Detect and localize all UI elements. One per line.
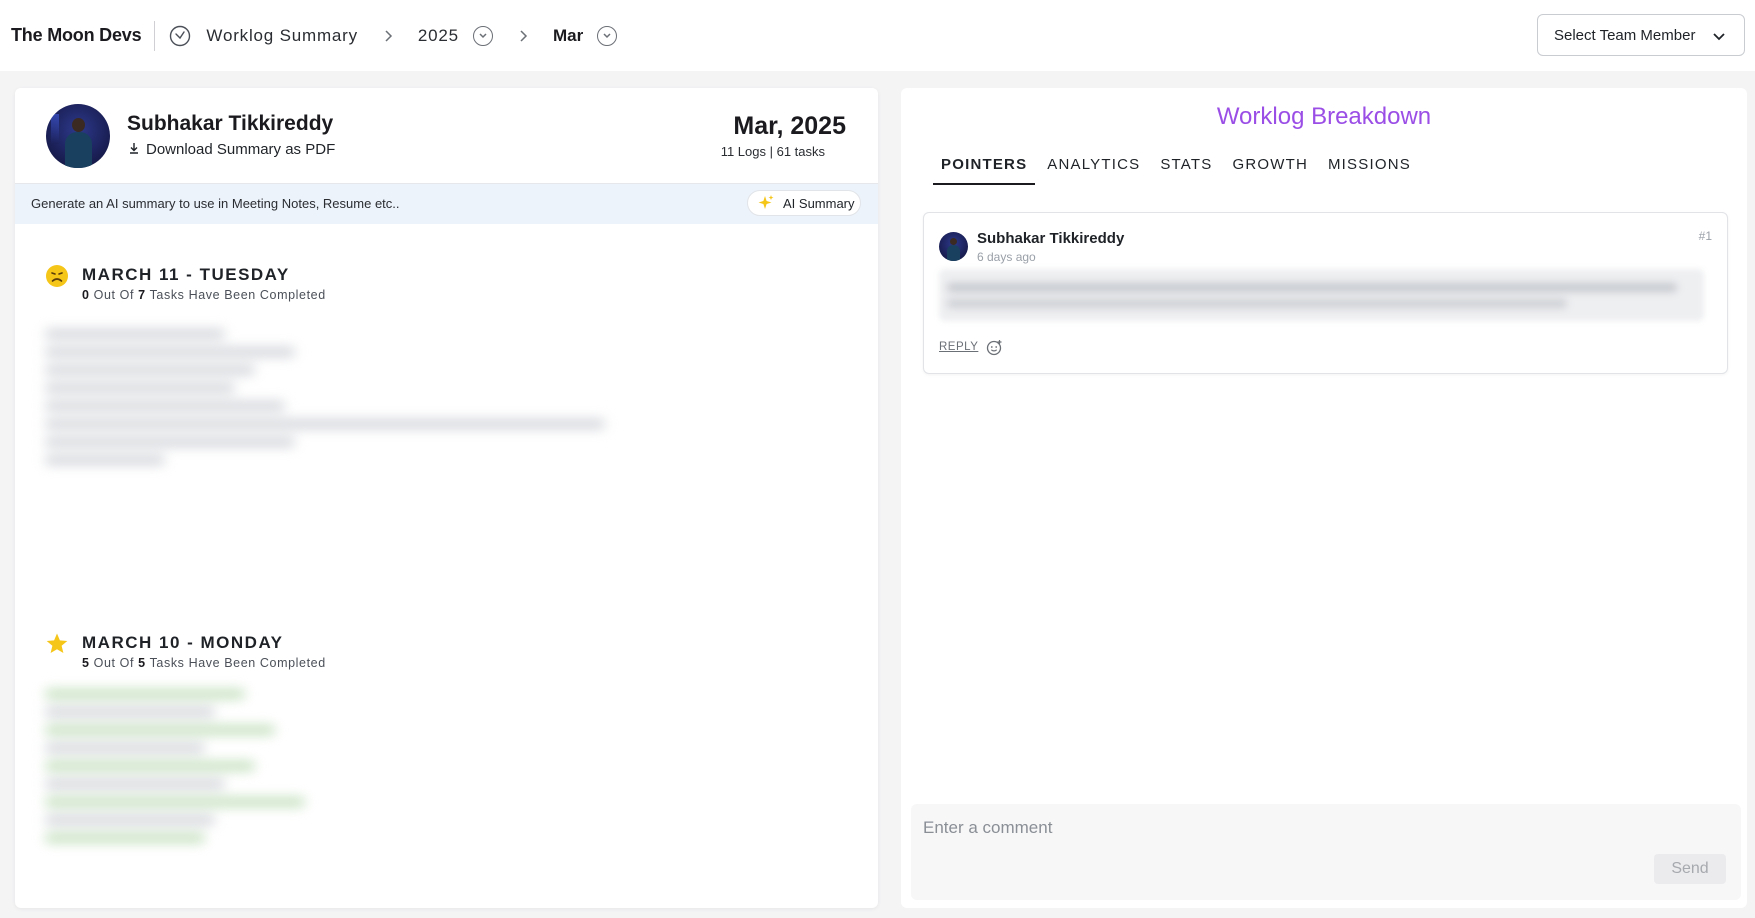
worklog-breakdown-panel: Worklog Breakdown POINTERS ANALYTICS STA…: [901, 88, 1747, 908]
add-reaction-icon[interactable]: [986, 339, 1003, 356]
comment-author: Subhakar Tikkireddy: [977, 230, 1125, 247]
year-chevron-down-icon[interactable]: [472, 25, 493, 46]
send-button[interactable]: Send: [1654, 854, 1726, 884]
ai-summary-label: AI Summary: [783, 195, 855, 211]
comment-time: 6 days ago: [977, 250, 1036, 264]
reply-link[interactable]: REPLY: [939, 341, 978, 353]
user-avatar: [46, 104, 110, 168]
day-title: MARCH 11 - TUESDAY: [82, 265, 290, 284]
user-name: Subhakar Tikkireddy: [127, 112, 334, 135]
download-pdf-link[interactable]: Download Summary as PDF: [128, 141, 335, 158]
chevron-down-icon: [1712, 29, 1726, 46]
breadcrumb-chevron-right-icon: [517, 29, 529, 42]
summary-period: Mar, 2025: [733, 112, 846, 140]
breakdown-tabs: POINTERS ANALYTICS STATS GROWTH MISSIONS: [933, 156, 1423, 185]
tab-stats[interactable]: STATS: [1152, 156, 1220, 185]
day-tasks-blurred: [45, 690, 325, 852]
star-icon: [45, 632, 69, 656]
day-tasks-blurred: [45, 330, 625, 474]
top-bar: The Moon Devs Worklog Summary 2025 Mar S…: [0, 0, 1755, 71]
sparkles-icon: [757, 194, 775, 212]
summary-panel: Subhakar Tikkireddy Download Summary as …: [15, 88, 878, 908]
tab-pointers[interactable]: POINTERS: [933, 156, 1036, 185]
comment-card: Subhakar Tikkireddy 6 days ago #1 REPLY: [923, 212, 1728, 374]
tab-analytics[interactable]: ANALYTICS: [1039, 156, 1148, 185]
ai-summary-button[interactable]: AI Summary: [747, 190, 861, 216]
ai-summary-prompt: Generate an AI summary to use in Meeting…: [31, 196, 400, 211]
tab-missions[interactable]: MISSIONS: [1320, 156, 1419, 185]
worklog-clock-icon: [168, 24, 192, 48]
comment-number: #1: [1698, 229, 1712, 243]
day-title: MARCH 10 - MONDAY: [82, 633, 284, 652]
comment-body-blurred: [939, 269, 1704, 321]
day-completion: 0 Out Of 7 Tasks Have Been Completed: [82, 288, 326, 302]
breadcrumb-chevron-right-icon: [382, 29, 394, 42]
month-chevron-down-icon[interactable]: [597, 25, 618, 46]
tab-growth[interactable]: GROWTH: [1224, 156, 1316, 185]
breadcrumb-worklog-summary[interactable]: Worklog Summary: [206, 26, 358, 46]
header-divider: [154, 20, 156, 51]
select-team-member-label: Select Team Member: [1554, 26, 1696, 44]
comment-composer: Send: [911, 804, 1741, 900]
frown-face-icon: [45, 264, 69, 288]
download-label: Download Summary as PDF: [146, 141, 336, 158]
comment-input[interactable]: [923, 818, 1623, 838]
comment-avatar: [939, 232, 968, 261]
day-completion: 5 Out Of 5 Tasks Have Been Completed: [82, 656, 326, 670]
ai-summary-bar: Generate an AI summary to use in Meeting…: [15, 184, 878, 224]
summary-header: Subhakar Tikkireddy Download Summary as …: [15, 88, 878, 184]
breakdown-title: Worklog Breakdown: [1216, 103, 1432, 130]
breadcrumb-month[interactable]: Mar: [553, 26, 583, 46]
logs-count: 11 Logs | 61 tasks: [720, 144, 825, 159]
brand-logo-text[interactable]: The Moon Devs: [11, 25, 142, 46]
download-icon: [128, 141, 140, 158]
select-team-member-button[interactable]: Select Team Member: [1537, 14, 1745, 56]
breadcrumb-year[interactable]: 2025: [418, 26, 459, 46]
